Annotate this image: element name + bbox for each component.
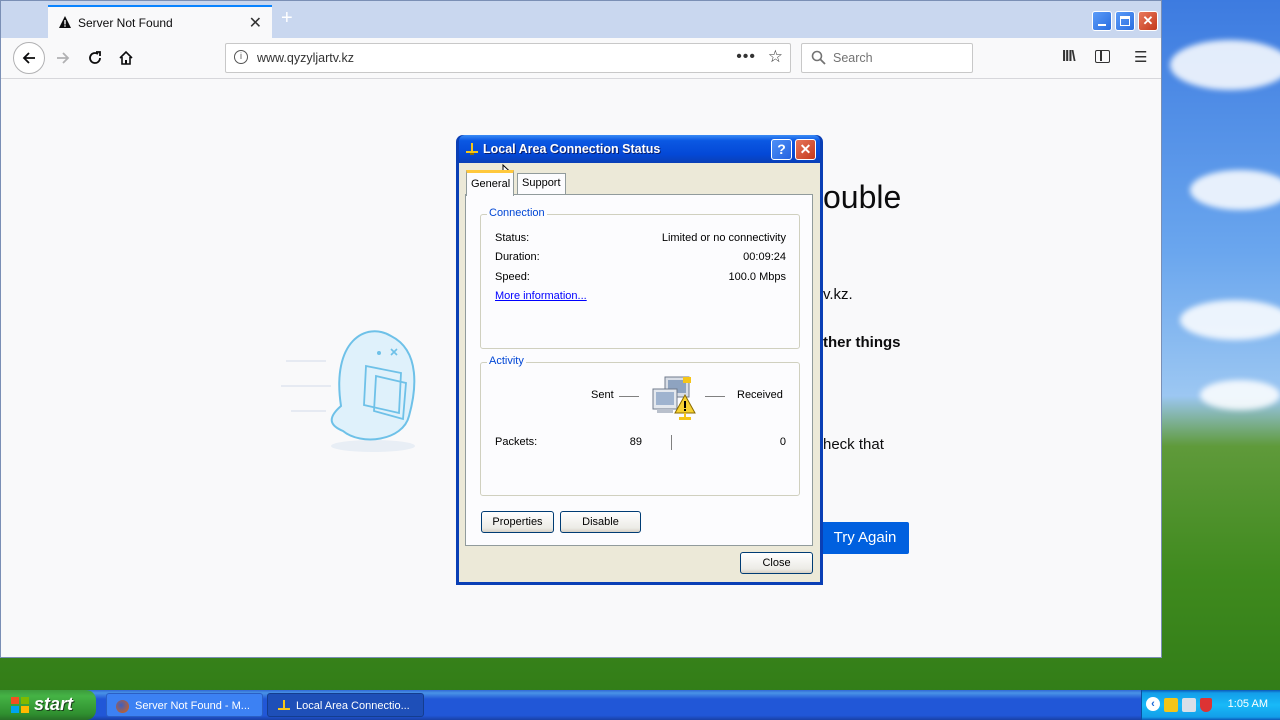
connection-status-dialog: Local Area Connection Status ? ✕ General… — [456, 135, 823, 585]
new-tab-icon[interactable]: + — [281, 7, 293, 30]
home-button[interactable] — [112, 44, 140, 72]
url-text[interactable]: www.qyzyljartv.kz — [257, 51, 354, 65]
warning-icon — [59, 16, 71, 28]
connection-group-label: Connection — [487, 207, 547, 219]
error-text-fragment-1: v.kz. — [823, 286, 853, 303]
packets-label: Packets: — [495, 436, 538, 448]
speed-label: Speed: — [495, 271, 530, 283]
url-bar[interactable]: i www.qyzyljartv.kz ••• ☆ — [225, 43, 791, 73]
dialog-title: Local Area Connection Status — [483, 142, 661, 156]
system-tray: ‹ 1:05 AM — [1141, 690, 1280, 720]
clock[interactable]: 1:05 AM — [1228, 698, 1268, 710]
status-label: Status: — [495, 232, 530, 244]
packets-divider — [671, 435, 672, 450]
back-button[interactable] — [13, 42, 45, 74]
desktop-cloud — [1170, 40, 1280, 90]
more-information-link[interactable]: More information... — [495, 290, 587, 302]
site-info-icon[interactable]: i — [234, 50, 248, 64]
navigation-toolbar: i www.qyzyljartv.kz ••• ☆ Search lll\ ☰ — [1, 38, 1161, 79]
reload-icon — [89, 51, 101, 64]
network-computers-warning-icon — [652, 376, 696, 420]
activity-group: Activity Sent Received Packets: 89 0 — [480, 355, 800, 496]
search-icon — [811, 50, 826, 65]
start-button[interactable]: start — [0, 690, 96, 720]
received-line — [705, 396, 725, 397]
library-icon[interactable]: lll\ — [1062, 48, 1076, 65]
start-label: start — [34, 694, 74, 714]
forward-button[interactable] — [49, 44, 77, 72]
help-button[interactable]: ? — [771, 139, 792, 160]
tab-title: Server Not Found — [78, 16, 173, 30]
desktop-cloud — [1180, 300, 1280, 340]
search-placeholder: Search — [833, 51, 873, 65]
maximize-button[interactable] — [1115, 11, 1135, 31]
disable-button[interactable]: Disable — [560, 511, 641, 533]
close-window-button[interactable]: ✕ — [1138, 11, 1158, 31]
try-again-button[interactable]: Try Again — [821, 522, 909, 554]
minimize-button[interactable] — [1092, 11, 1112, 31]
general-tab-panel: Connection Status: Limited or no connect… — [465, 194, 813, 546]
properties-button[interactable]: Properties — [481, 511, 554, 533]
duration-value: 00:09:24 — [743, 251, 786, 263]
windows-logo-icon — [11, 697, 29, 713]
taskbar-item-connection-label: Local Area Connectio... — [296, 700, 410, 712]
desktop-cloud — [1200, 380, 1280, 410]
sidebar-toggle-icon[interactable] — [1095, 50, 1110, 63]
error-illustration — [281, 330, 416, 452]
error-text-fragment-2: ther things — [823, 334, 901, 351]
firefox-icon — [116, 700, 129, 713]
network-connection-icon — [278, 700, 290, 710]
page-actions-icon[interactable]: ••• — [736, 48, 756, 66]
search-input[interactable]: Search — [801, 43, 973, 73]
taskbar-item-firefox-label: Server Not Found - M... — [135, 700, 250, 712]
tab-general[interactable]: General — [466, 170, 514, 196]
home-icon — [119, 50, 133, 65]
packets-received-value: 0 — [779, 436, 786, 448]
network-connection-icon — [466, 143, 478, 155]
close-tab-icon[interactable]: ✕ — [249, 13, 262, 33]
back-arrow-icon — [22, 52, 35, 64]
received-label: Received — [737, 389, 783, 401]
dialog-titlebar[interactable]: Local Area Connection Status ? ✕ — [459, 135, 820, 163]
connection-group: Connection Status: Limited or no connect… — [480, 207, 800, 349]
menu-icon[interactable]: ☰ — [1134, 48, 1147, 66]
bookmark-star-icon[interactable]: ☆ — [768, 47, 783, 67]
packets-sent-value: 89 — [629, 436, 642, 448]
tab-strip: Server Not Found ✕ + ✕ — [1, 1, 1161, 39]
tray-expand-icon[interactable]: ‹ — [1146, 697, 1160, 711]
tab-server-not-found[interactable]: Server Not Found ✕ — [48, 5, 272, 39]
forward-arrow-icon — [57, 52, 70, 64]
sent-line — [619, 396, 639, 397]
taskbar-item-connection-status[interactable]: Local Area Connectio... — [267, 693, 424, 717]
dialog-body: General Support Connection Status: Limit… — [459, 163, 820, 582]
duration-label: Duration: — [495, 251, 540, 263]
dialog-close-icon[interactable]: ✕ — [795, 139, 816, 160]
tab-support[interactable]: Support — [517, 173, 566, 195]
reload-button[interactable] — [81, 44, 109, 72]
activity-group-label: Activity — [487, 355, 526, 367]
sent-label: Sent — [591, 389, 614, 401]
error-heading-fragment: ouble — [823, 179, 902, 215]
error-text-fragment-3: heck that — [823, 436, 884, 453]
network-tray-icon[interactable] — [1164, 698, 1178, 712]
status-value: Limited or no connectivity — [661, 232, 786, 244]
taskbar: start Server Not Found - M... Local Area… — [0, 690, 1280, 720]
speed-value: 100.0 Mbps — [728, 271, 786, 283]
close-button[interactable]: Close — [740, 552, 813, 574]
network-warning-tray-icon[interactable] — [1182, 698, 1196, 712]
taskbar-item-firefox[interactable]: Server Not Found - M... — [106, 693, 263, 717]
desktop-cloud — [1190, 170, 1280, 210]
security-tray-icon[interactable] — [1200, 698, 1212, 712]
